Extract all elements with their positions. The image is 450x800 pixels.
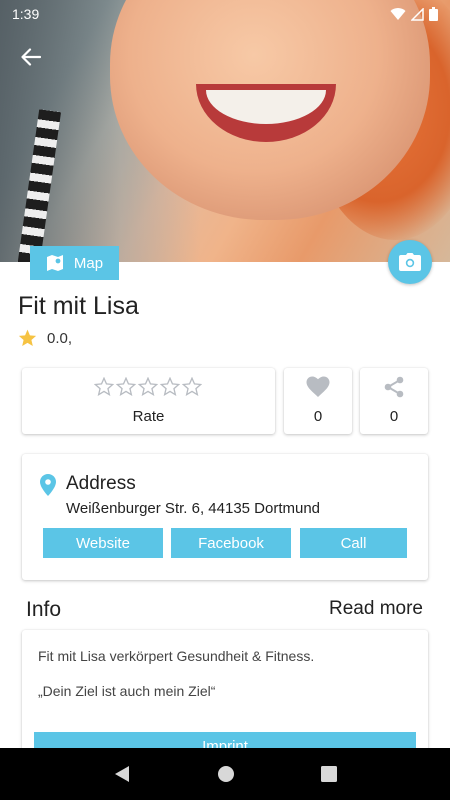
rating-value: 0.0, [47, 329, 73, 347]
status-bar: 1:39 [0, 0, 450, 28]
nav-recents-icon[interactable] [321, 766, 337, 782]
share-button[interactable]: 0 [360, 368, 428, 434]
star-filled-icon [18, 329, 37, 347]
hero-photo [0, 0, 450, 262]
camera-button[interactable] [388, 240, 432, 284]
heart-icon [306, 376, 330, 397]
address-heading: Address [66, 473, 136, 494]
arrow-back-icon [21, 48, 41, 66]
wifi-icon [390, 7, 406, 20]
star-outline-icon[interactable] [182, 377, 202, 396]
website-button[interactable]: Website [43, 528, 163, 558]
share-icon [384, 376, 404, 398]
info-description: Fit mit Lisa verkörpert Gesundheit & Fit… [38, 648, 315, 664]
facebook-button[interactable]: Facebook [171, 528, 291, 558]
share-count: 0 [389, 408, 399, 425]
call-button[interactable]: Call [300, 528, 407, 558]
star-outline-icon[interactable] [138, 377, 158, 396]
business-title: Fit mit Lisa [18, 292, 139, 320]
info-heading: Info [26, 598, 62, 621]
like-button[interactable]: 0 [284, 368, 352, 434]
star-outline-icon[interactable] [160, 377, 180, 396]
nav-back-icon[interactable] [113, 765, 131, 783]
signal-icon [411, 7, 424, 21]
map-button-label: Map [73, 254, 104, 272]
star-outline-icon[interactable] [116, 377, 136, 396]
rate-card[interactable]: Rate [22, 368, 275, 434]
system-nav-bar [0, 748, 450, 800]
map-icon [46, 255, 63, 271]
address-text: Weißenburger Str. 6, 44135 Dortmund [66, 500, 321, 517]
camera-icon [399, 253, 421, 271]
read-more-link[interactable]: Read more [329, 598, 423, 620]
status-time: 1:39 [12, 6, 40, 22]
info-quote: „Dein Ziel ist auch mein Ziel“ [38, 683, 216, 699]
nav-home-icon[interactable] [217, 765, 235, 783]
rate-stars[interactable] [94, 377, 202, 396]
location-pin-icon [40, 474, 56, 496]
star-outline-icon[interactable] [94, 377, 114, 396]
address-card: Address Weißenburger Str. 6, 44135 Dortm… [22, 454, 428, 580]
map-button[interactable]: Map [30, 246, 119, 280]
like-count: 0 [313, 408, 323, 425]
status-icons [390, 7, 438, 21]
rating-summary: 0.0, [18, 329, 72, 347]
battery-icon [429, 7, 438, 21]
back-button[interactable] [14, 42, 48, 72]
rate-label: Rate [132, 408, 165, 425]
